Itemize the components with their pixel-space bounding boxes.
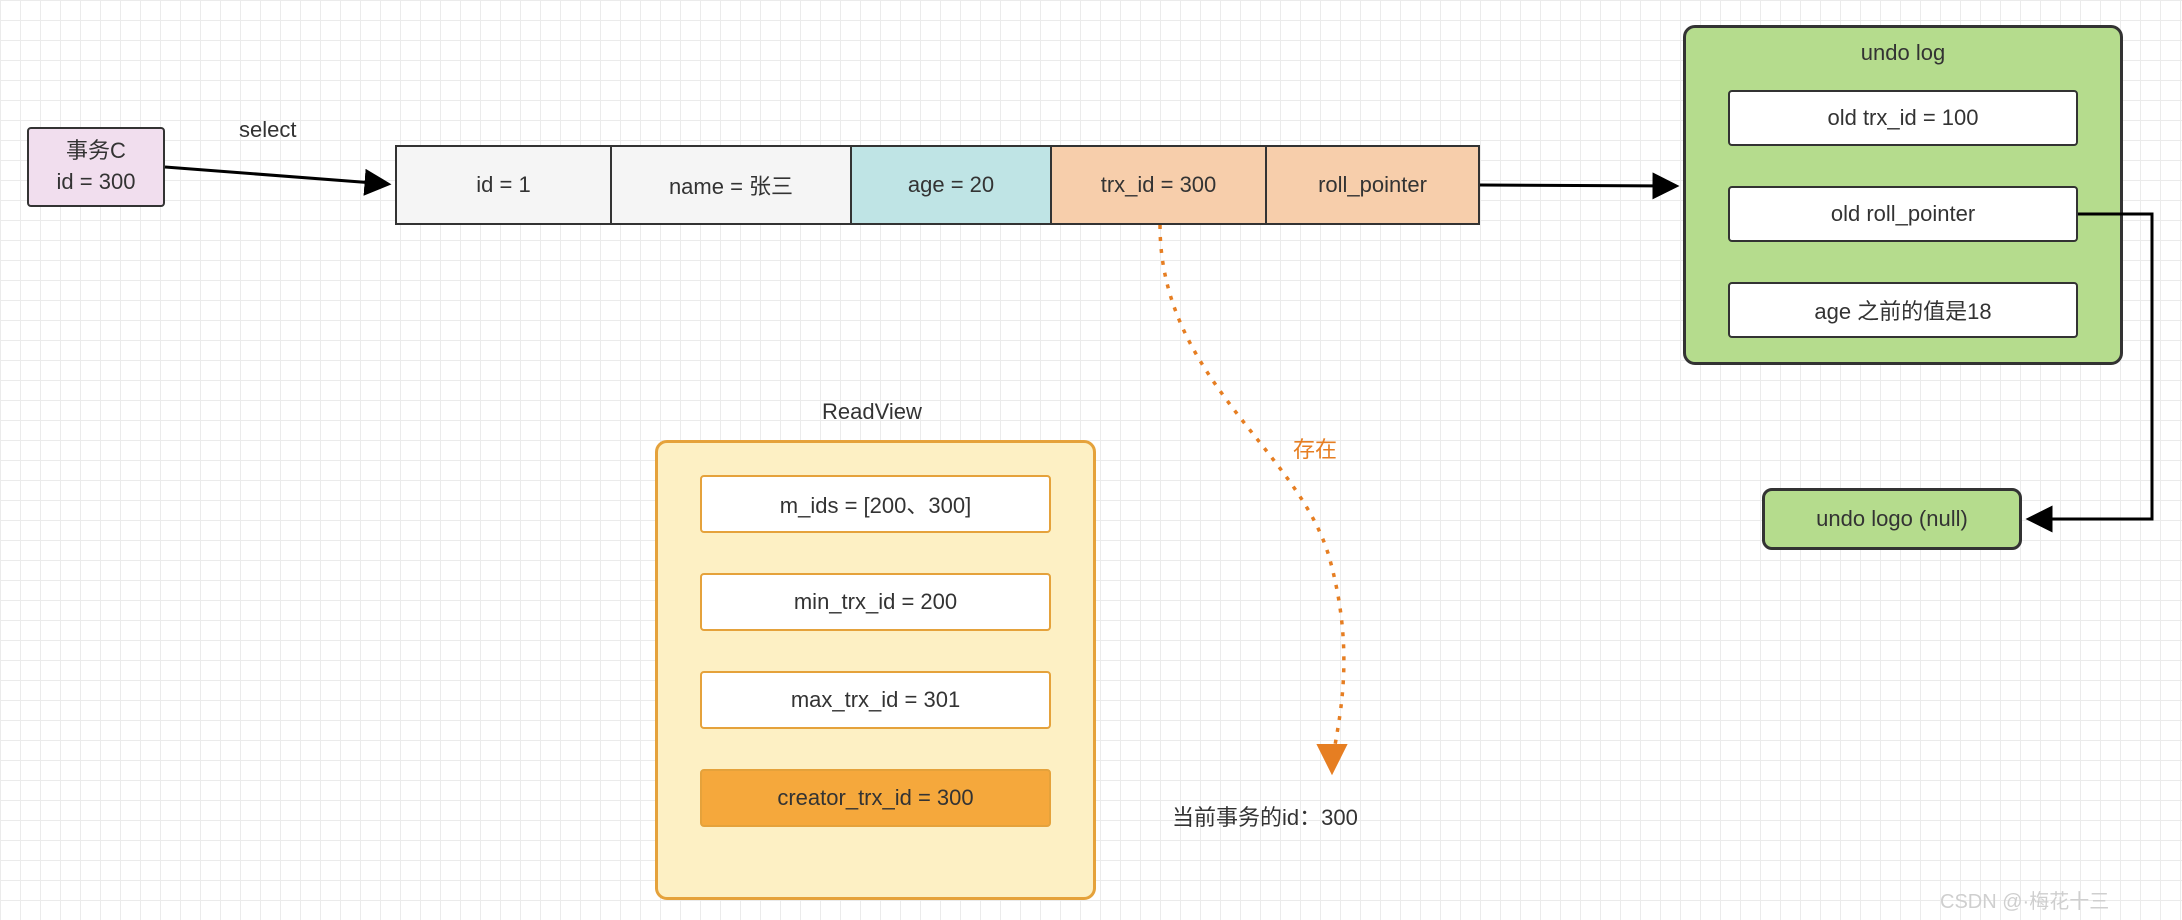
transaction-id: id = 300: [57, 167, 136, 198]
row-cell-age: age = 20: [850, 145, 1050, 225]
current-txn-id-text: 当前事务的id：: [1172, 805, 1321, 830]
undo-log-old-trx-id: old trx_id = 100: [1728, 90, 2078, 146]
readview-max-trx-id: max_trx_id = 301: [700, 671, 1051, 729]
select-label: select: [239, 117, 296, 143]
readview-m-ids: m_ids = [200、300]: [700, 475, 1051, 533]
row-cell-name: name = 张三: [610, 145, 850, 225]
row-cell-roll-pointer: roll_pointer: [1265, 145, 1480, 225]
undo-log-age-prev: age 之前的值是18: [1728, 282, 2078, 338]
row-cell-id: id = 1: [395, 145, 610, 225]
exists-label: 存在: [1293, 432, 1337, 464]
readview-title: ReadView: [822, 399, 922, 425]
arrow-exists: [1160, 225, 1344, 770]
undo-log-title: undo log: [1683, 40, 2123, 66]
current-txn-id-label: 当前事务的id：300: [1172, 800, 1358, 832]
watermark: CSDN @·梅花十三: [1940, 885, 2109, 914]
arrow-row-to-undo: [1480, 185, 1675, 186]
transaction-title: 事务C: [66, 136, 126, 167]
readview-creator-trx-id: creator_trx_id = 300: [700, 769, 1051, 827]
transaction-box: 事务C id = 300: [27, 127, 165, 207]
current-txn-id-value: 300: [1321, 805, 1358, 830]
undo-log-old-roll-pointer: old roll_pointer: [1728, 186, 2078, 242]
undo-null-box: undo logo (null): [1762, 488, 2022, 550]
arrow-txn-to-row: [165, 167, 387, 184]
row-cell-trx-id: trx_id = 300: [1050, 145, 1265, 225]
readview-min-trx-id: min_trx_id = 200: [700, 573, 1051, 631]
